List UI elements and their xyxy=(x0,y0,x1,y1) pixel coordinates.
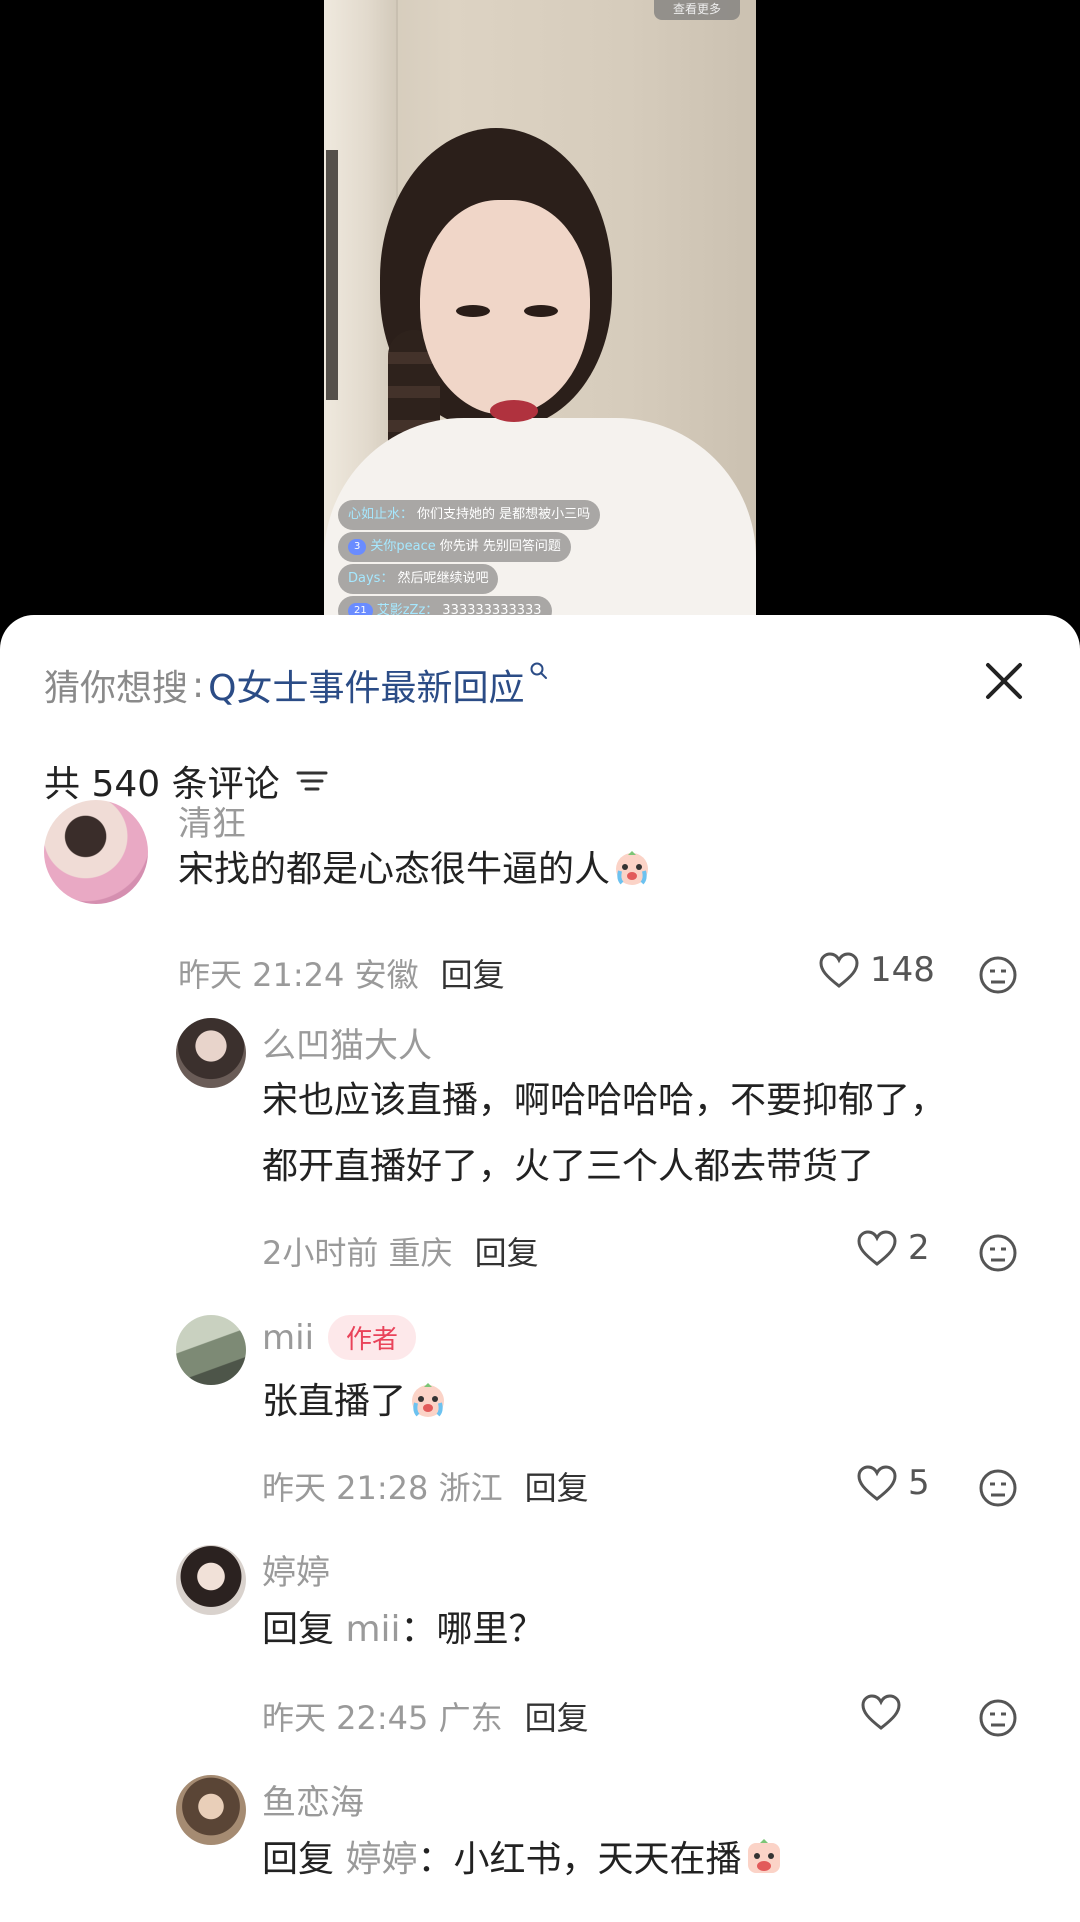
comment-meta: 昨天 21:28 浙江 回复 xyxy=(262,1463,589,1509)
like-count: 148 xyxy=(870,950,935,990)
streamer-face xyxy=(420,200,590,415)
avatar[interactable] xyxy=(176,1545,246,1615)
comment-meta: 昨天 21:24 安徽 回复 xyxy=(178,950,505,996)
avatar[interactable] xyxy=(176,1775,246,1845)
comment-text: 张直播了 xyxy=(262,1369,448,1435)
like-button[interactable]: 148 xyxy=(818,950,935,990)
heart-icon xyxy=(857,1230,897,1266)
close-icon xyxy=(986,663,1022,699)
comment-sheet: 猜你想搜 : Q女士事件最新回应 共 540 条评论 清狂 宋找的都是心态很牛逼… xyxy=(0,615,1080,1922)
search-icon xyxy=(530,662,547,679)
comment-meta: 昨天 22:45 广东 回复 xyxy=(262,1693,589,1739)
crying-emoji-icon xyxy=(747,1839,780,1873)
comment-username[interactable]: 么凹猫大人 xyxy=(262,1018,432,1067)
author-badge: 作者 xyxy=(328,1315,417,1360)
like-count: 5 xyxy=(908,1463,930,1503)
reply-button[interactable]: 回复 xyxy=(525,1693,589,1739)
reply-button[interactable]: 回复 xyxy=(475,1228,539,1274)
danmu-item: 3 关你peace 你先讲 先别回答问题 xyxy=(338,532,571,562)
comment-username[interactable]: 鱼恋海 xyxy=(262,1775,364,1824)
reply-to-username[interactable]: mii xyxy=(345,1609,400,1650)
comment-text: 宋也应该直播，啊哈哈哈哈，不要抑郁了， 都开直播好了，火了三个人都去带货了 xyxy=(262,1080,947,1187)
close-button[interactable] xyxy=(976,653,1032,709)
like-button[interactable]: 5 xyxy=(856,1463,930,1503)
like-button[interactable]: 2 xyxy=(856,1228,930,1268)
dislike-face-icon[interactable] xyxy=(978,1468,1018,1508)
danmu-item: 心如止水： 你们支持她的 是都想被小三吗 xyxy=(338,500,601,530)
dislike-face-icon[interactable] xyxy=(978,1233,1018,1273)
heart-icon xyxy=(861,1694,901,1730)
sort-icon[interactable] xyxy=(294,763,330,799)
avatar[interactable] xyxy=(176,1315,246,1385)
comment-username[interactable]: 婷婷 xyxy=(262,1545,330,1594)
level-badge: 3 xyxy=(348,539,367,555)
heart-icon xyxy=(819,952,859,988)
crying-emoji-icon xyxy=(616,851,649,885)
avatar[interactable] xyxy=(44,800,148,904)
video-top-pill[interactable]: 查看更多 xyxy=(654,0,740,20)
dislike-face-icon[interactable] xyxy=(978,1698,1018,1738)
reply-button[interactable]: 回复 xyxy=(525,1463,589,1509)
reply-to-username[interactable]: 婷婷 xyxy=(345,1839,417,1880)
reply-button[interactable]: 回复 xyxy=(441,950,505,996)
avatar[interactable] xyxy=(176,1018,246,1088)
crying-emoji-icon xyxy=(412,1383,445,1417)
comment-text: 回复 婷婷：小红书，天天在播 xyxy=(262,1827,784,1893)
search-suggestion-link[interactable]: Q女士事件最新回应 xyxy=(208,659,524,711)
comment-username[interactable]: mii xyxy=(262,1318,314,1358)
like-count: 2 xyxy=(908,1228,930,1268)
heart-icon xyxy=(857,1465,897,1501)
dislike-face-icon[interactable] xyxy=(978,955,1018,995)
danmu-item: Days： 然后呢继续说吧 xyxy=(338,564,499,594)
comment-text: 回复 mii：哪里？ xyxy=(262,1609,545,1650)
live-video-player[interactable]: 查看更多 心如止水： 你们支持她的 是都想被小三吗 3 关你peace 你先讲 … xyxy=(324,0,756,620)
comment-meta: 2小时前 重庆 回复 xyxy=(262,1228,539,1274)
search-suggestion[interactable]: 猜你想搜 : Q女士事件最新回应 xyxy=(44,655,549,715)
comment-text: 宋找的都是心态很牛逼的人 xyxy=(178,837,652,903)
like-button[interactable] xyxy=(860,1693,912,1731)
